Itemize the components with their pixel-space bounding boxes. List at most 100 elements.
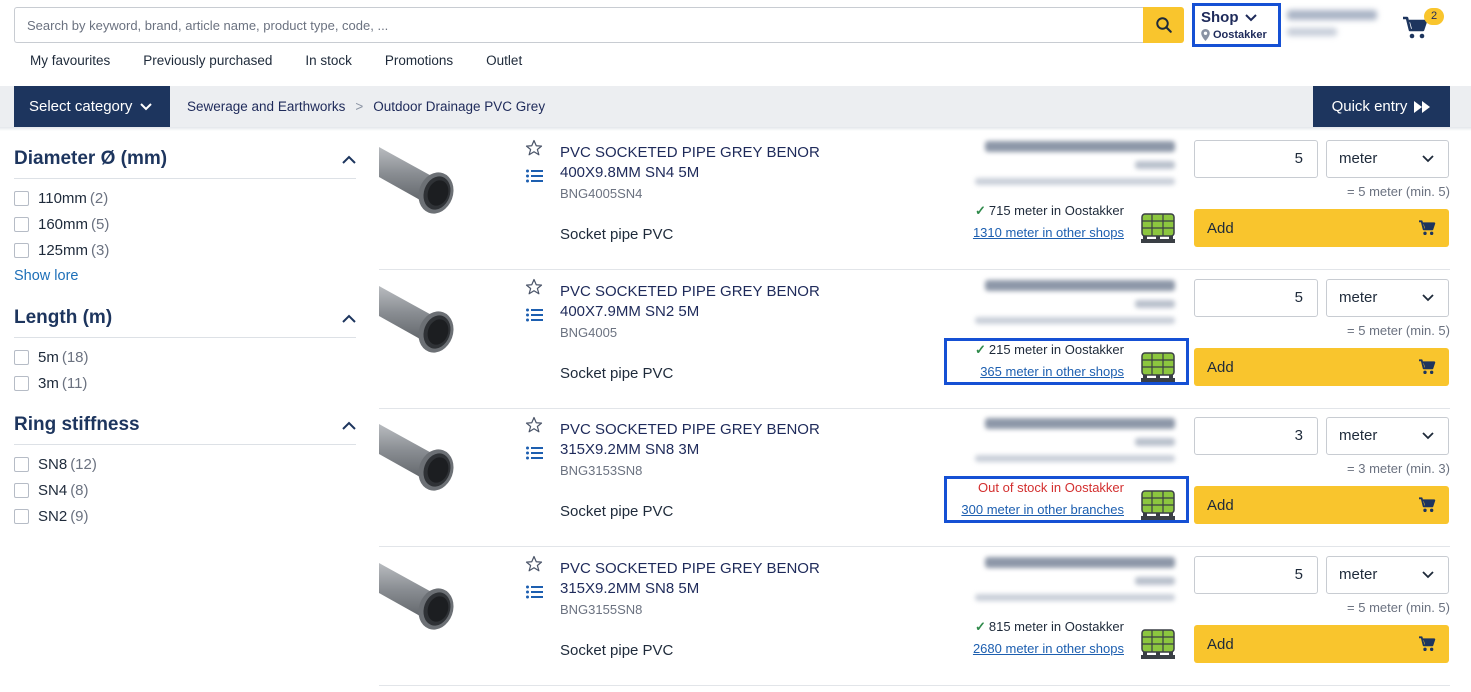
checkbox[interactable] [14,190,29,206]
product-code: BNG4005 [560,325,618,340]
stock-other-link[interactable]: 1310 meter in other shops [973,225,1124,240]
min-quantity-note: = 5 meter (min. 5) [1347,323,1450,338]
product-image[interactable] [379,416,459,504]
filter-option[interactable]: 125mm (3) [14,237,356,263]
product-title[interactable]: PVC SOCKETED PIPE GREY BENOR 315X9.2MM S… [560,559,840,599]
chevron-down-icon [1422,294,1434,302]
quantity-input[interactable]: 5 [1194,556,1318,594]
add-label: Add [1207,219,1234,237]
add-to-cart-button[interactable]: Add [1194,625,1449,663]
filter-option[interactable]: 3m (11) [14,370,356,396]
chevron-down-icon [1422,432,1434,440]
cart-button[interactable]: 2 [1400,8,1450,42]
search-input[interactable] [15,8,1144,42]
option-label: 5m [38,348,59,366]
quick-links: My favourites Previously purchased In st… [30,53,555,68]
stock-highlight-box [944,476,1189,523]
unit-select[interactable]: meter [1326,417,1449,455]
option-label: SN2 [38,507,68,525]
checkbox[interactable] [14,242,29,258]
filter-option[interactable]: 160mm (5) [14,211,356,237]
min-quantity-note: = 5 meter (min. 5) [1347,184,1450,199]
favourite-star-icon[interactable] [525,278,543,296]
option-count: (12) [70,455,97,473]
shop-selector[interactable]: Shop Oostakker [1192,3,1281,47]
unit-select[interactable]: meter [1326,140,1449,178]
filter-option[interactable]: 5m (18) [14,344,356,370]
account-menu[interactable] [1287,10,1387,42]
search-bar[interactable] [14,7,1144,43]
select-category-button[interactable]: Select category [14,86,170,127]
filter-header[interactable]: Ring stiffness [14,412,356,445]
link-outlet[interactable]: Outlet [486,53,522,68]
checkbox[interactable] [14,216,29,232]
filter-option[interactable]: SN8 (12) [14,451,356,477]
list-icon[interactable] [526,585,543,599]
list-icon[interactable] [526,446,543,460]
stock-local: ✓ 815 meter in Oostakker [973,616,1124,638]
check-icon: ✓ [974,619,986,634]
breadcrumb-item[interactable]: Sewerage and Earthworks [187,99,345,114]
checkbox[interactable] [14,508,29,524]
product-title[interactable]: PVC SOCKETED PIPE GREY BENOR 315X9.2MM S… [560,420,840,460]
stock-local: ✓ 715 meter in Oostakker [973,200,1124,222]
unit-select[interactable]: meter [1326,279,1449,317]
product-title[interactable]: PVC SOCKETED PIPE GREY BENOR 400X7.9MM S… [560,282,840,322]
search-button[interactable] [1143,7,1184,43]
option-count: (3) [91,241,110,259]
checkbox[interactable] [14,349,29,365]
add-to-cart-button[interactable]: Add [1194,348,1449,386]
favourite-star-icon[interactable] [525,139,543,157]
filter-option[interactable]: 110mm (2) [14,185,356,211]
product-title[interactable]: PVC SOCKETED PIPE GREY BENOR 400X9.8MM S… [560,143,840,183]
min-quantity-note: = 5 meter (min. 5) [1347,600,1450,615]
cart-icon [1419,359,1436,374]
product-code: BNG3153SN8 [560,463,643,478]
min-quantity-note: = 3 meter (min. 3) [1347,461,1450,476]
breadcrumb-item[interactable]: Outdoor Drainage PVC Grey [373,99,545,114]
product-code: BNG4005SN4 [560,186,643,201]
product-image[interactable] [379,278,459,366]
list-icon[interactable] [526,308,543,322]
quantity-input[interactable]: 5 [1194,279,1318,317]
link-promotions[interactable]: Promotions [385,53,453,68]
filter-group-length: Length (m) 5m (18) 3m (11) [14,305,356,396]
link-previously-purchased[interactable]: Previously purchased [143,53,272,68]
filter-header[interactable]: Diameter Ø (mm) [14,146,356,179]
filter-header[interactable]: Length (m) [14,305,356,338]
product-type: Socket pipe PVC [560,226,674,243]
show-more-link[interactable]: Show lore [14,263,356,289]
quantity-input[interactable]: 3 [1194,417,1318,455]
favourite-star-icon[interactable] [525,555,543,573]
link-my-favourites[interactable]: My favourites [30,53,110,68]
add-to-cart-button[interactable]: Add [1194,209,1449,247]
check-icon: ✓ [974,203,986,218]
filter-option[interactable]: SN2 (9) [14,503,356,529]
cart-count-badge: 2 [1424,8,1444,25]
product-type: Socket pipe PVC [560,365,674,382]
checkbox[interactable] [14,482,29,498]
checkbox[interactable] [14,375,29,391]
favourite-star-icon[interactable] [525,416,543,434]
link-in-stock[interactable]: In stock [305,53,352,68]
pallet-delivery-icon [1141,213,1175,243]
add-to-cart-button[interactable]: Add [1194,486,1449,524]
unit-select[interactable]: meter [1326,556,1449,594]
product-image[interactable] [379,139,459,227]
stock-other-link[interactable]: 2680 meter in other shops [973,641,1124,656]
breadcrumb: Sewerage and Earthworks > Outdoor Draina… [187,86,545,127]
list-icon[interactable] [526,169,543,183]
quick-entry-button[interactable]: Quick entry [1313,86,1450,127]
product-image[interactable] [379,555,459,643]
option-count: (11) [61,374,88,392]
filter-option[interactable]: SN4 (8) [14,477,356,503]
chevron-up-icon [342,155,356,164]
breadcrumb-separator: > [355,99,364,114]
option-count: (5) [91,215,110,233]
checkbox[interactable] [14,456,29,472]
product-code: BNG3155SN8 [560,602,643,617]
cart-icon [1419,497,1436,512]
stock-highlight-box [944,338,1189,385]
quantity-input[interactable]: 5 [1194,140,1318,178]
chevron-down-icon [1422,155,1434,163]
